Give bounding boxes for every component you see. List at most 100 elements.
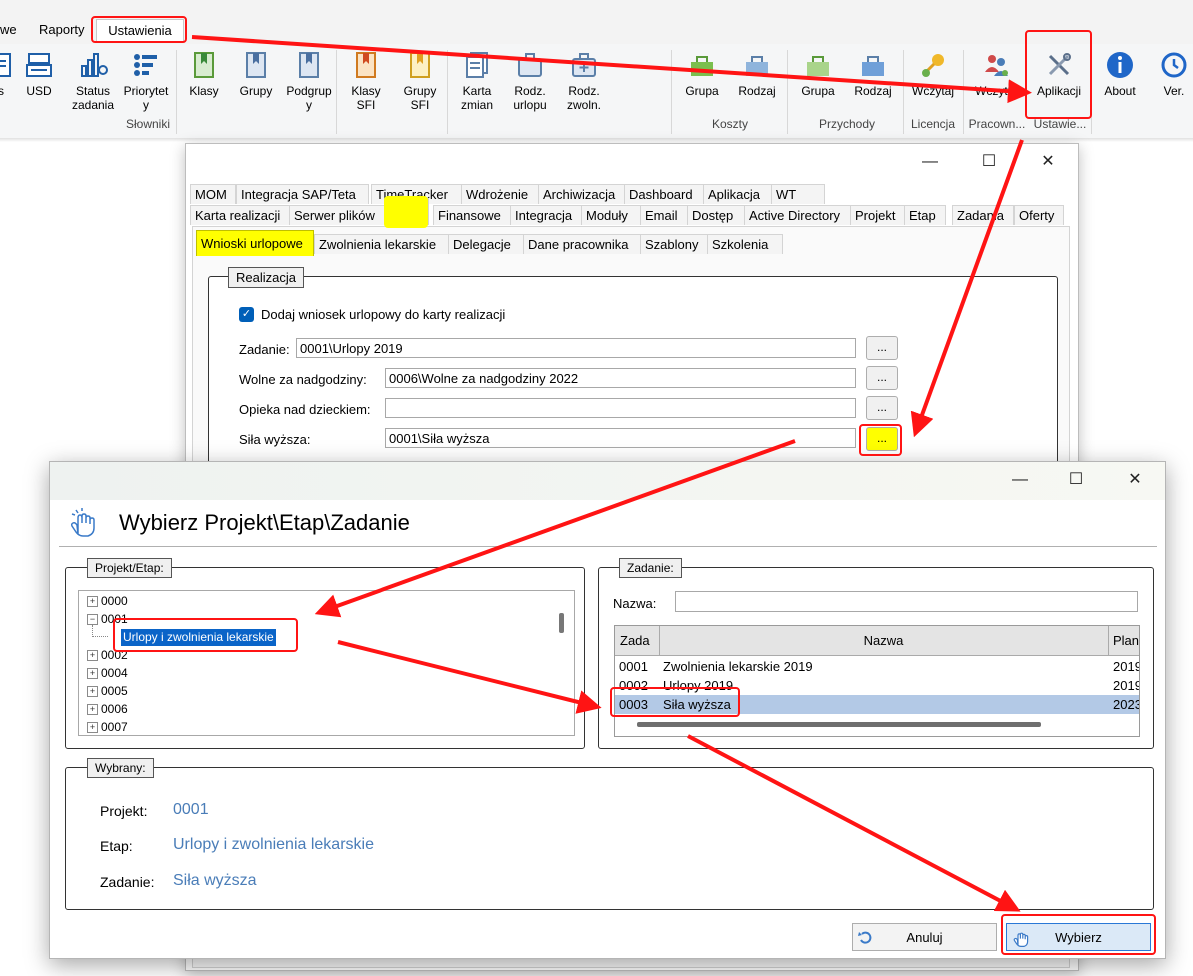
minimize-button[interactable]: —: [1000, 462, 1040, 498]
tab-dostep[interactable]: Dostęp: [687, 205, 745, 225]
subtab-szkolenia[interactable]: Szkolenia: [707, 234, 783, 254]
expand-icon[interactable]: +: [87, 704, 98, 716]
bookmark-blue-icon: [299, 52, 319, 78]
project-tree[interactable]: +0000 −0001 Urlopy i zwolnienia lekarski…: [78, 590, 575, 736]
menu-item-partial[interactable]: we: [0, 22, 17, 37]
key-icon: [922, 54, 944, 77]
tab-zadania[interactable]: Zadania: [952, 205, 1014, 225]
tasks-grid[interactable]: Zada Nazwa Plan 0001 Zwolnienia lekarski…: [614, 625, 1140, 737]
minimize-button[interactable]: —: [910, 144, 950, 180]
close-button[interactable]: ✕: [1115, 462, 1155, 498]
nazwa-search-input[interactable]: [675, 591, 1138, 612]
opieka-browse-button[interactable]: ...: [866, 396, 898, 420]
column-header-plan[interactable]: Plan: [1113, 626, 1139, 655]
tab-projekt[interactable]: Projekt: [850, 205, 906, 225]
zadanie-browse-button[interactable]: ...: [866, 336, 898, 360]
add-to-card-checkbox[interactable]: ✓: [239, 307, 254, 322]
tab-serwer-plikow[interactable]: Serwer plików: [289, 205, 387, 225]
basket-green-icon: [691, 56, 713, 76]
ribbon-button-koszty-grupa[interactable]: Grupa: [675, 50, 729, 98]
tree-node-0007[interactable]: +0007: [87, 719, 128, 735]
tab-finansowe[interactable]: Finansowe: [433, 205, 513, 225]
grid-horizontal-scrollbar[interactable]: [637, 722, 1041, 727]
expand-icon[interactable]: +: [87, 596, 98, 608]
tree-node-0006[interactable]: +0006: [87, 701, 128, 718]
ribbon-button-grupy-sfi[interactable]: Grupy SFI: [393, 50, 447, 112]
tree-node-0005[interactable]: +0005: [87, 683, 128, 700]
expand-icon[interactable]: +: [87, 722, 98, 734]
wybierz-button[interactable]: Wybierz: [1006, 923, 1151, 951]
menu-item-raporty[interactable]: Raporty: [39, 22, 85, 37]
expand-icon[interactable]: +: [87, 668, 98, 680]
tab-integracja[interactable]: Integracja: [510, 205, 582, 225]
tree-node-urlopy[interactable]: Urlopy i zwolnienia lekarskie: [121, 629, 276, 646]
column-header-code[interactable]: Zada: [620, 626, 658, 655]
maximize-button[interactable]: ☐: [969, 144, 1009, 180]
zadanie-field[interactable]: 0001\Urlopy 2019: [296, 338, 856, 358]
ribbon-button-podgrupy[interactable]: Podgrup y: [282, 50, 336, 112]
ribbon-button-wczytaj-pracownicy[interactable]: Wczytaj: [969, 50, 1023, 98]
ribbon-button-przychody-rodzaj[interactable]: Rodzaj: [846, 50, 900, 98]
ribbon-button-wczytaj-licencja[interactable]: Wczytaj: [906, 50, 960, 98]
close-button[interactable]: ✕: [1028, 144, 1068, 180]
ribbon-button-karta-zmian[interactable]: Karta zmian: [450, 50, 504, 112]
maximize-button[interactable]: ☐: [1056, 462, 1096, 498]
cancel-button[interactable]: Anuluj: [852, 923, 997, 951]
tab-aplikacja[interactable]: Aplikacja: [703, 184, 773, 204]
ribbon-button-grupy[interactable]: Grupy: [229, 50, 283, 98]
ribbon-button-aplikacji[interactable]: Aplikacji: [1032, 50, 1086, 98]
ribbon-button-klasy[interactable]: Klasy: [177, 50, 231, 98]
tab-email[interactable]: Email: [640, 205, 690, 225]
ribbon-button-status-zadania[interactable]: Status zadania: [66, 50, 120, 112]
tab-archiwizacja[interactable]: Archiwizacja: [538, 184, 628, 204]
tab-wt[interactable]: WT: [771, 184, 825, 204]
grid-row[interactable]: 0001 Zwolnienia lekarskie 2019 2019: [615, 657, 1139, 676]
column-header-name[interactable]: Nazwa: [660, 626, 1107, 655]
subtab-szablony[interactable]: Szablony: [640, 234, 708, 254]
tab-active-directory[interactable]: Active Directory: [744, 205, 852, 225]
cell-name: Siła wyższa: [663, 697, 731, 712]
subtab-wnioski-urlopowe[interactable]: Wnioski urlopowe: [196, 230, 314, 256]
collapse-icon[interactable]: −: [87, 614, 98, 626]
opieka-field[interactable]: [385, 398, 856, 418]
subtab-dane-pracownika[interactable]: Dane pracownika: [523, 234, 641, 254]
tab-biuro[interactable]: Biuro: [385, 198, 429, 225]
ribbon-button-about[interactable]: About: [1093, 50, 1147, 98]
sila-wyzsza-field[interactable]: 0001\Siła wyższa: [385, 428, 856, 448]
add-to-card-label: Dodaj wniosek urlopowy do karty realizac…: [261, 307, 506, 322]
expand-icon[interactable]: +: [87, 686, 98, 698]
tree-node-0000[interactable]: +0000: [87, 593, 128, 610]
subtab-zwolnienia-lekarskie[interactable]: Zwolnienia lekarskie: [314, 234, 452, 254]
ribbon-button-priorytety[interactable]: Priorytet y: [119, 50, 173, 112]
ribbon-button-usd[interactable]: USD: [12, 50, 66, 98]
sila-wyzsza-browse-button[interactable]: ...: [866, 427, 898, 451]
grid-row[interactable]: 0002 Urlopy 2019 2019: [615, 676, 1139, 695]
ribbon-shadow: [0, 138, 1193, 142]
tree-node-0002[interactable]: +0002: [87, 647, 128, 664]
cell-plan: 2019: [1113, 678, 1139, 693]
tab-moduly[interactable]: Moduły: [581, 205, 641, 225]
selected-zadanie-value: Siła wyższa: [173, 872, 257, 889]
ribbon-button-klasy-sfi[interactable]: Klasy SFI: [339, 50, 393, 112]
ribbon-button-rodz-urlopu[interactable]: Rodz. urlopu: [503, 50, 557, 112]
tab-etap[interactable]: Etap: [904, 205, 946, 225]
tab-karta-realizacji[interactable]: Karta realizacji: [190, 205, 291, 225]
tab-integracja-sap[interactable]: Integracja SAP/Teta: [236, 184, 369, 204]
tab-mom[interactable]: MOM: [190, 184, 236, 204]
ribbon-button-przychody-grupa[interactable]: Grupa: [791, 50, 845, 98]
ribbon-button-rodz-zwoln[interactable]: Rodz. zwoln.: [557, 50, 611, 112]
tree-scrollbar[interactable]: [559, 613, 564, 633]
tab-dashboard[interactable]: Dashboard: [624, 184, 706, 204]
tab-oferty[interactable]: Oferty: [1014, 205, 1064, 225]
wolne-field[interactable]: 0006\Wolne za nadgodziny 2022: [385, 368, 856, 388]
tab-wdrozenie[interactable]: Wdrożenie: [461, 184, 541, 204]
ribbon-button-koszty-rodzaj[interactable]: Rodzaj: [730, 50, 784, 98]
menu-item-ustawienia[interactable]: Ustawienia: [96, 19, 184, 42]
ribbon-separator: [903, 50, 904, 134]
subtab-delegacje[interactable]: Delegacje: [448, 234, 526, 254]
tree-node-0004[interactable]: +0004: [87, 665, 128, 682]
wolne-browse-button[interactable]: ...: [866, 366, 898, 390]
expand-icon[interactable]: +: [87, 650, 98, 662]
ribbon-button-ver[interactable]: Ver.: [1147, 50, 1193, 98]
grid-row-selected[interactable]: 0003 Siła wyższa 2023: [615, 695, 1139, 714]
